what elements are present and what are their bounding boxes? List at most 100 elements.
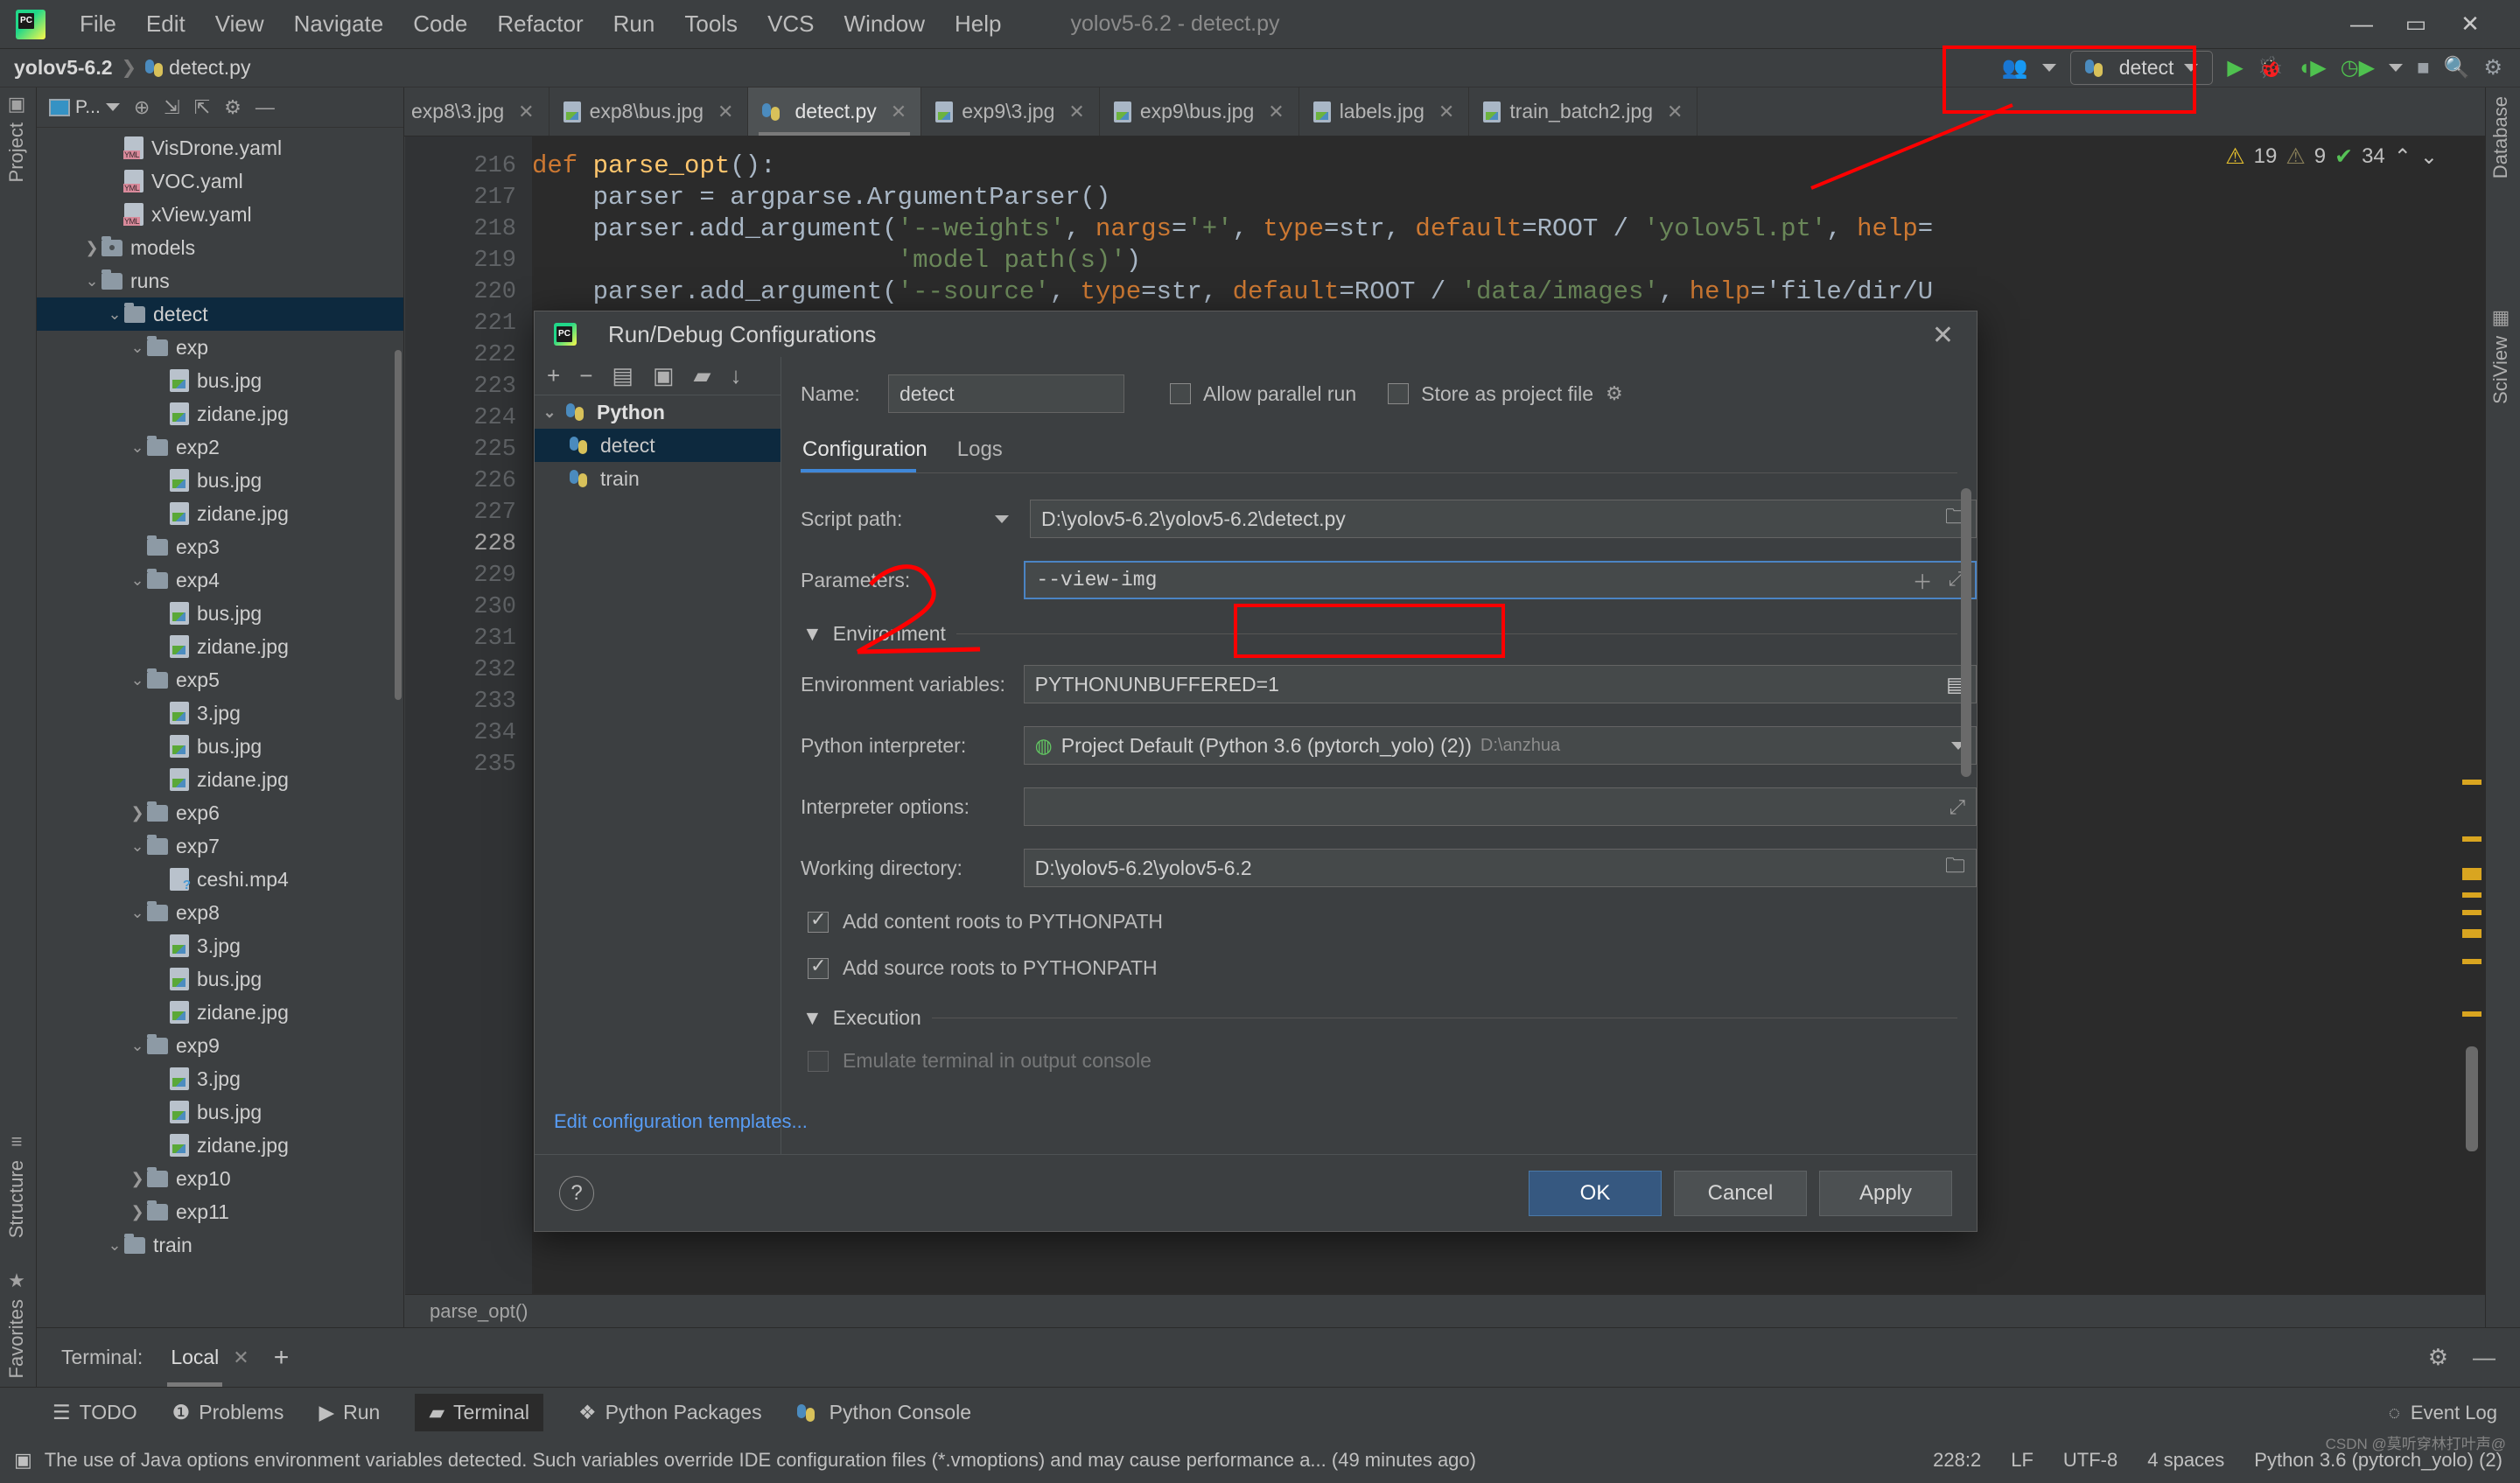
add-icon[interactable]: + [547,362,560,389]
edit-configuration-templates-link[interactable]: Edit configuration templates... [554,1110,808,1133]
tree-node[interactable]: ⌄ exp [37,331,403,364]
chevron-down-icon[interactable]: ⌄ [128,571,147,590]
tree-node[interactable]: ⌄ exp5 [37,663,403,696]
tree-node[interactable]: ⌄ exp7 [37,829,403,863]
locate-icon[interactable]: ⊕ [134,96,150,119]
bottom-tab-terminal[interactable]: ▰ Terminal [415,1394,543,1431]
close-icon[interactable]: ✕ [1268,101,1284,123]
tree-node[interactable]: ceshi.mp4 [37,863,403,896]
chevron-down-icon[interactable]: ⌄ [105,1236,124,1255]
chevron-right-icon[interactable]: ❯ [128,804,147,822]
tab-configuration[interactable]: Configuration [802,437,928,462]
editor-tab[interactable]: exp8\bus.jpg ✕ [550,87,749,136]
tree-node[interactable]: ❯ exp11 [37,1195,403,1228]
config-item-train[interactable]: train [535,462,780,495]
chevron-down-icon[interactable]: ⌄ [105,305,124,324]
editor-tab[interactable]: labels.jpg ✕ [1299,87,1470,136]
project-tree-scrollbar[interactable] [395,350,402,700]
tab-logs[interactable]: Logs [957,437,1003,462]
tree-node[interactable]: VOC.yaml [37,164,403,198]
hide-icon[interactable]: — [256,96,275,119]
checkbox-box[interactable] [1388,383,1410,404]
tree-node[interactable]: bus.jpg [37,730,403,763]
dialog-scrollbar[interactable] [1961,488,1971,777]
checkbox-box[interactable] [808,1050,829,1072]
editor-tab[interactable]: exp9\bus.jpg ✕ [1100,87,1299,136]
tree-node[interactable]: zidane.jpg [37,630,403,663]
sort-icon[interactable]: ↓ [731,362,742,389]
close-icon[interactable]: ✕ [1068,101,1084,123]
bottom-tab-run[interactable]: ▶ Run [318,1401,380,1424]
tree-node[interactable]: ⌄ runs [37,264,403,297]
tree-node[interactable]: zidane.jpg [37,497,403,530]
project-view-selector[interactable]: P... [49,97,120,118]
user-avatar-icon[interactable]: 👥 [2002,55,2028,80]
tree-node[interactable]: ❯ models [37,231,403,264]
inspection-widget[interactable]: ⚠ 19 ⚠ 9 ✔ 34 ⌃ ⌄ [2225,143,2438,170]
chevron-down-icon[interactable] [2184,64,2199,72]
apply-button[interactable]: Apply [1819,1170,1952,1216]
tree-node[interactable]: xView.yaml [37,198,403,231]
editor-tab-active[interactable]: detect.py ✕ [748,87,922,136]
collapse-all-icon[interactable]: ⇱ [194,96,210,119]
tool-window-favorites[interactable]: Favorites ★ [5,1270,28,1378]
close-icon[interactable]: ✕ [891,101,906,123]
project-tree[interactable]: VisDrone.yaml VOC.yaml xView.yaml ❯ models ⌄ r… [37,128,403,1327]
collapse-triangle-icon[interactable]: ▼ [802,622,822,646]
settings-icon[interactable]: ⚙ [224,96,242,119]
menu-run[interactable]: Run [598,7,670,41]
tree-node[interactable]: bus.jpg [37,1095,403,1129]
chevron-right-icon[interactable]: ❯ [128,1203,147,1221]
help-button[interactable]: ? [559,1175,594,1211]
tree-node[interactable]: bus.jpg [37,464,403,497]
store-as-project-file-checkbox[interactable]: Store as project file ⚙ [1388,382,1623,406]
chevron-right-icon[interactable]: ❯ [82,239,102,257]
chevron-down-icon[interactable]: ⌄ [128,671,147,689]
tree-node[interactable]: zidane.jpg [37,397,403,430]
menu-refactor[interactable]: Refactor [482,7,598,41]
menu-code[interactable]: Code [398,7,482,41]
browse-folder-icon[interactable]: 🗀 [1945,851,1965,885]
tree-node[interactable]: exp3 [37,530,403,563]
menu-tools[interactable]: Tools [669,7,752,41]
tree-node[interactable]: bus.jpg [37,962,403,996]
debug-icon[interactable]: 🐞 [2258,55,2284,80]
status-message[interactable]: The use of Java options environment vari… [45,1449,1476,1472]
tree-node[interactable]: ⌄ detect [37,297,403,331]
profile-chevron-down-icon[interactable] [2389,64,2404,72]
search-icon[interactable]: 🔍 [2444,55,2470,80]
chevron-down-icon[interactable]: ⌄ [540,403,559,422]
settings-icon[interactable]: ⚙ [2428,1344,2448,1371]
checkbox-box[interactable] [1170,383,1191,404]
environment-section-header[interactable]: ▼ Environment [802,622,1957,646]
run-configuration-selector[interactable]: detect [2069,51,2214,85]
add-source-roots-checkbox[interactable]: Add source roots to PYTHONPATH [808,955,1977,980]
working-directory-input[interactable]: D:\yolov5-6.2\yolov5-6.2 🗀 [1023,849,1977,887]
chevron-down-icon[interactable]: ⌄ [128,339,147,357]
tree-node[interactable]: VisDrone.yaml [37,131,403,164]
tree-node[interactable]: zidane.jpg [37,763,403,796]
checkbox-box[interactable] [808,955,829,979]
save-icon[interactable]: ▣ [653,362,675,389]
emulate-terminal-checkbox[interactable]: Emulate terminal in output console [808,1049,1977,1073]
tree-node[interactable]: 3.jpg [37,696,403,730]
tree-node[interactable]: ⌄ train [37,1228,403,1262]
dialog-close-icon[interactable]: ✕ [1932,320,1954,351]
chevron-down-icon[interactable]: ⌄ [128,438,147,457]
chevron-down-icon[interactable]: ⌄ [82,272,102,290]
close-icon[interactable]: ✕ [233,1347,248,1369]
close-button[interactable]: ✕ [2443,10,2497,38]
editor-tab[interactable]: exp9\3.jpg ✕ [921,87,1100,136]
tree-node[interactable]: ⌄ exp4 [37,563,403,597]
expand-all-icon[interactable]: ⇲ [164,96,179,119]
prev-problem-icon[interactable]: ⌃ [2394,144,2412,170]
bottom-tab-python-packages[interactable]: ❖ Python Packages [578,1401,762,1424]
chevron-right-icon[interactable]: ❯ [128,1170,147,1188]
menu-file[interactable]: File [65,7,131,41]
hide-icon[interactable]: — [2473,1344,2496,1371]
tree-node[interactable]: 3.jpg [37,929,403,962]
breadcrumb-project[interactable]: yolov5-6.2 [14,56,113,80]
tree-node[interactable]: zidane.jpg [37,996,403,1029]
interpreter-options-input[interactable]: ⤢ [1023,787,1977,826]
config-item-detect[interactable]: detect [535,429,780,462]
